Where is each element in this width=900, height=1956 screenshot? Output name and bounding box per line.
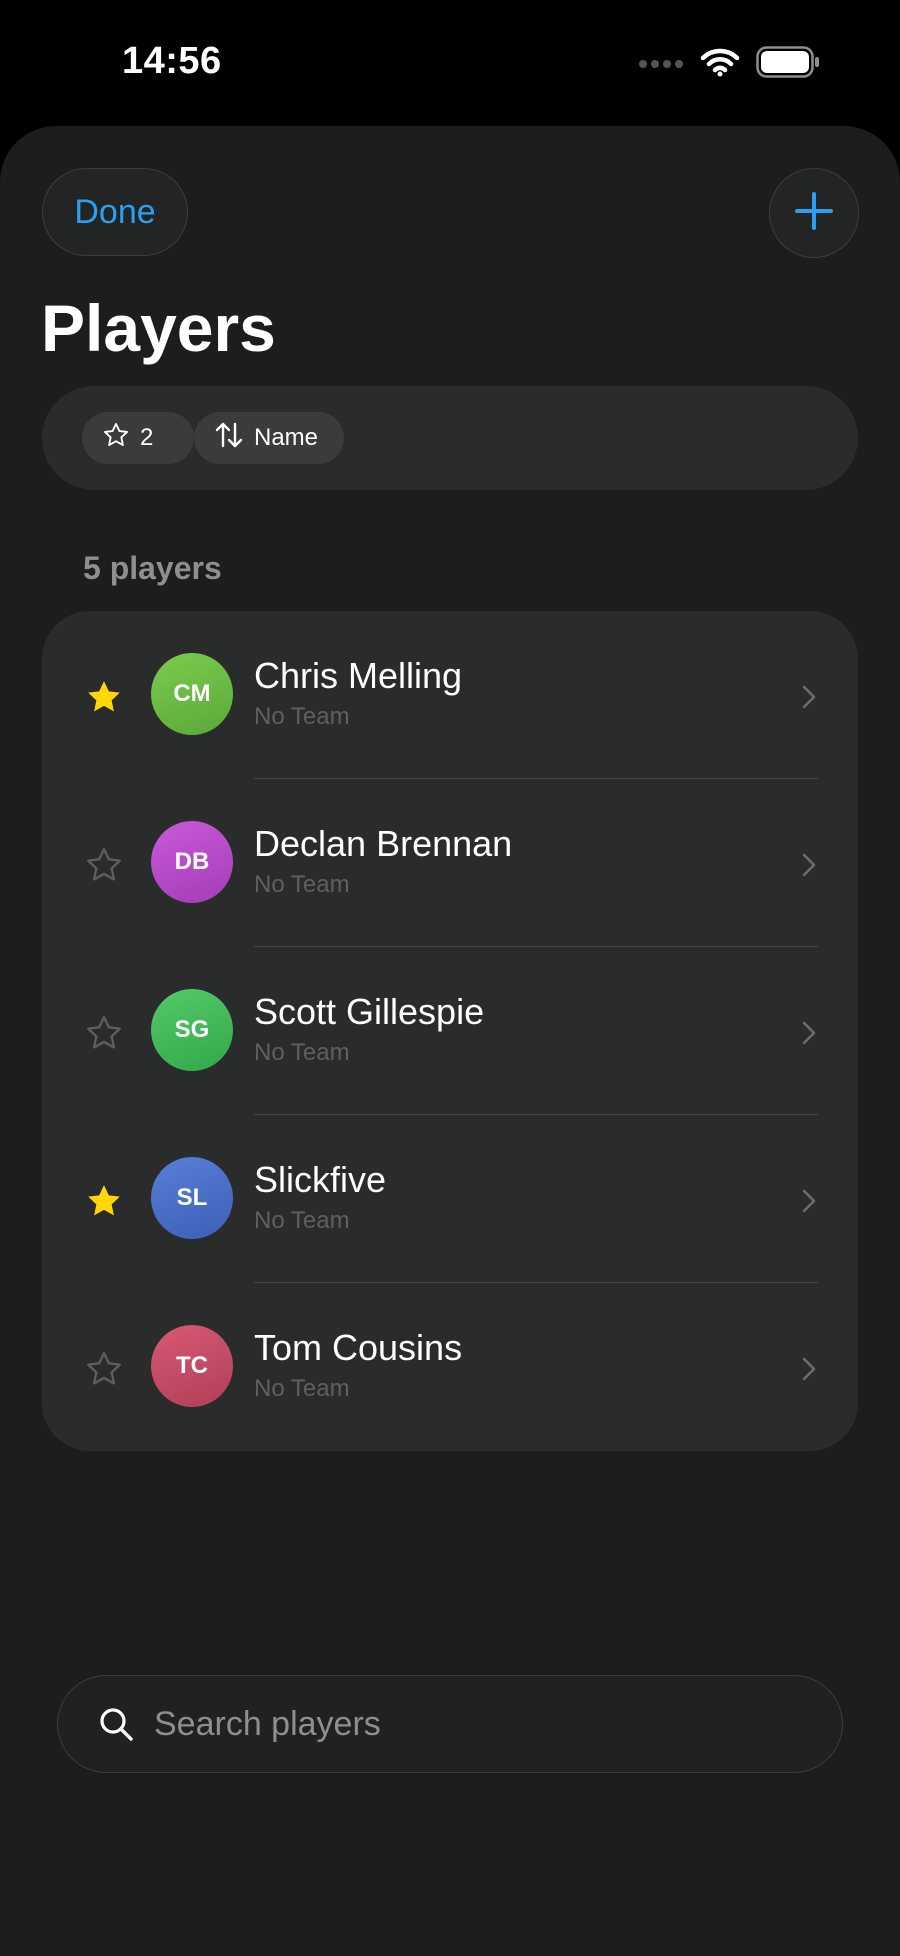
player-name: Tom Cousins [254, 1327, 463, 1368]
chevron-right-icon [800, 1355, 818, 1383]
chevron-right-icon [800, 1187, 818, 1215]
player-row[interactable]: SL Slickfive No Team [42, 1115, 858, 1283]
player-name: Slickfive [254, 1159, 387, 1200]
player-team: No Team [254, 1039, 350, 1066]
signal-dots-icon [638, 56, 684, 74]
players-sheet: Done Players 2 Name 5 players CM Chris M… [0, 126, 900, 1956]
player-name: Scott Gillespie [254, 991, 485, 1032]
player-row[interactable]: TC Tom Cousins No Team [42, 1283, 858, 1451]
plus-icon [794, 191, 834, 236]
star-outline-icon[interactable] [84, 1349, 124, 1389]
player-row[interactable]: SG Scott Gillespie No Team [42, 947, 858, 1115]
star-outline-icon[interactable] [84, 1013, 124, 1053]
players-list: CM Chris Melling No Team DB Declan Brenn… [42, 611, 858, 1451]
player-team: No Team [254, 1375, 350, 1402]
chevron-right-icon [800, 1019, 818, 1047]
sort-label: Name [254, 424, 319, 451]
status-bar: 14:56 [0, 0, 900, 120]
done-button[interactable]: Done [42, 168, 188, 256]
sort-chip[interactable]: Name [194, 412, 344, 464]
battery-icon [756, 46, 820, 83]
player-name: Declan Brennan [254, 823, 513, 864]
status-icons [638, 46, 820, 83]
chevron-right-icon [800, 851, 818, 879]
players-count-header: 5 players [83, 550, 222, 586]
sort-arrows-icon [214, 421, 244, 456]
avatar: SG [151, 989, 233, 1071]
add-player-button[interactable] [769, 168, 859, 258]
star-filled-icon[interactable] [84, 677, 124, 717]
star-filled-icon[interactable] [84, 1181, 124, 1221]
avatar: CM [151, 653, 233, 735]
filter-bar: 2 Name [42, 386, 858, 490]
player-team: No Team [254, 871, 350, 898]
page-title: Players [41, 291, 276, 365]
star-outline-icon [102, 421, 130, 456]
favorites-count: 2 [140, 424, 154, 451]
avatar: TC [151, 1325, 233, 1407]
player-team: No Team [254, 1207, 350, 1234]
player-team: No Team [254, 703, 350, 730]
avatar: DB [151, 821, 233, 903]
avatar: SL [151, 1157, 233, 1239]
search-icon [96, 1704, 136, 1744]
star-outline-icon[interactable] [84, 845, 124, 885]
status-time: 14:56 [122, 40, 222, 82]
favorites-filter-chip[interactable]: 2 [82, 412, 194, 464]
player-name: Chris Melling [254, 655, 463, 696]
wifi-icon [700, 47, 740, 82]
player-row[interactable]: DB Declan Brennan No Team [42, 779, 858, 947]
chevron-right-icon [800, 683, 818, 711]
player-row[interactable]: CM Chris Melling No Team [42, 611, 858, 779]
search-input[interactable] [152, 1676, 796, 1773]
search-bar[interactable] [57, 1675, 843, 1773]
